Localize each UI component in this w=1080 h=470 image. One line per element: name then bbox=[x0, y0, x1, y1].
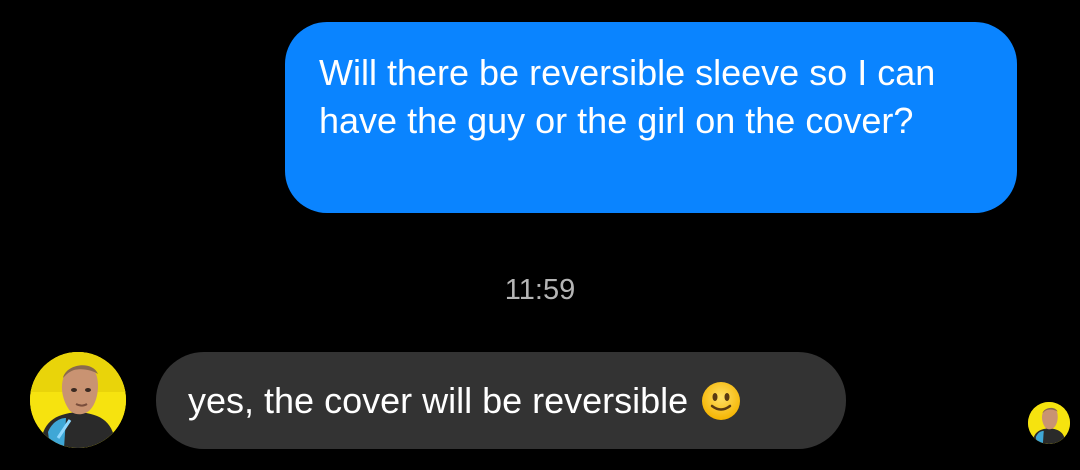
slightly-smiling-face-icon bbox=[700, 380, 742, 422]
message-timestamp: 11:59 bbox=[504, 274, 576, 306]
read-receipt-avatar-image bbox=[1028, 402, 1070, 444]
contact-avatar[interactable] bbox=[30, 352, 126, 448]
read-receipt-avatar bbox=[1028, 402, 1070, 444]
chat-thread: Will there be reversible sleeve so I can… bbox=[0, 0, 1080, 470]
incoming-message-bubble[interactable]: yes, the cover will be reversible bbox=[156, 352, 846, 449]
contact-avatar-image bbox=[30, 352, 126, 448]
outgoing-message-bubble[interactable]: Will there be reversible sleeve so I can… bbox=[285, 22, 1017, 213]
incoming-message-text: yes, the cover will be reversible bbox=[188, 379, 689, 421]
outgoing-message-text: Will there be reversible sleeve so I can… bbox=[319, 52, 936, 141]
